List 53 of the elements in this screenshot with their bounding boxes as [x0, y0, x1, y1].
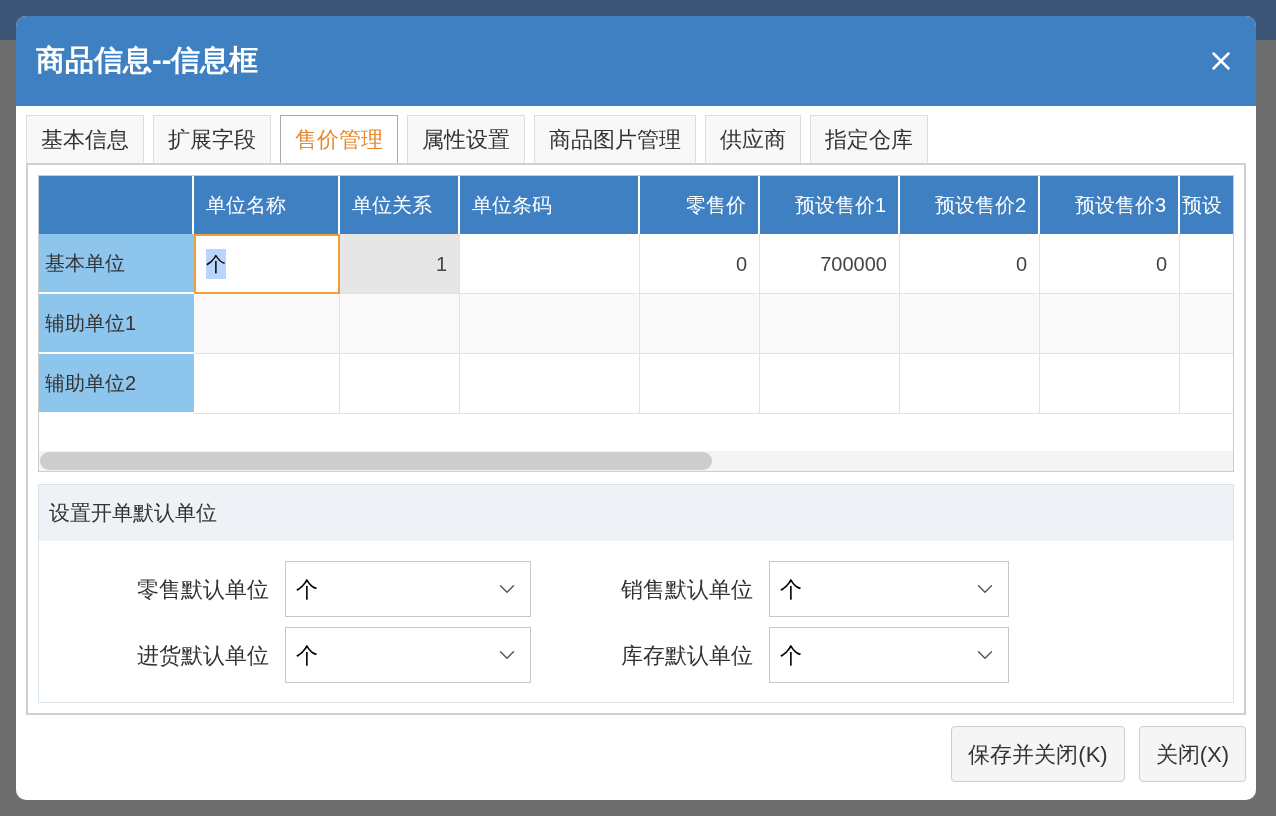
column-header[interactable]: 单位条码 [460, 176, 640, 234]
dialog-button[interactable]: 保存并关闭(K) [951, 726, 1125, 782]
table-cell[interactable] [640, 354, 760, 414]
table-cell[interactable] [340, 354, 460, 414]
column-header[interactable]: 预设售价2 [900, 176, 1040, 234]
tab[interactable]: 基本信息 [26, 115, 144, 163]
column-header[interactable]: 单位关系 [340, 176, 460, 234]
table-cell[interactable] [194, 294, 340, 354]
table-cell[interactable] [900, 294, 1040, 354]
unit-select[interactable]: 个 [285, 627, 531, 683]
table-cell[interactable] [640, 294, 760, 354]
field-label: 销售默认单位 [620, 575, 754, 604]
tab[interactable]: 扩展字段 [153, 115, 271, 163]
table-cell[interactable] [340, 294, 460, 354]
table-cell[interactable]: 700000 [760, 234, 900, 294]
unit-select[interactable]: 个 [285, 561, 531, 617]
field-label: 进货默认单位 [136, 641, 270, 670]
table-cell[interactable]: 0 [900, 234, 1040, 294]
row-header: 辅助单位1 [39, 294, 194, 354]
field-label: 零售默认单位 [136, 575, 270, 604]
column-header[interactable]: 预设 [1180, 176, 1233, 234]
table-cell[interactable]: 0 [1040, 234, 1180, 294]
table-cell[interactable]: 0 [640, 234, 760, 294]
scrollbar-thumb[interactable] [40, 452, 712, 470]
tab[interactable]: 商品图片管理 [534, 115, 696, 163]
table-cell[interactable] [760, 354, 900, 414]
row-header: 辅助单位2 [39, 354, 194, 414]
dialog-title: 商品信息--信息框 [36, 43, 259, 79]
row-header: 基本单位 [39, 234, 194, 294]
table-cell[interactable]: 1 [340, 234, 460, 294]
column-header[interactable]: 零售价 [640, 176, 760, 234]
table-cell[interactable] [460, 234, 640, 294]
table-cell[interactable] [1040, 294, 1180, 354]
section-title: 设置开单默认单位 [49, 500, 217, 527]
table-cell[interactable] [460, 294, 640, 354]
column-header[interactable]: 预设售价1 [760, 176, 900, 234]
table-cell[interactable] [194, 354, 340, 414]
tab[interactable]: 指定仓库 [810, 115, 928, 163]
table-cell[interactable] [760, 294, 900, 354]
table-cell[interactable] [1180, 294, 1233, 354]
horizontal-scrollbar[interactable] [39, 451, 1233, 471]
tab[interactable]: 供应商 [705, 115, 801, 163]
table-cell[interactable] [460, 354, 640, 414]
tab[interactable]: 属性设置 [407, 115, 525, 163]
dialog-button[interactable]: 关闭(X) [1138, 726, 1246, 782]
field-label: 库存默认单位 [620, 641, 754, 670]
table-cell[interactable]: 个 [194, 234, 340, 294]
table-cell[interactable] [1040, 354, 1180, 414]
table-cell[interactable] [900, 354, 1040, 414]
column-header[interactable]: 预设售价3 [1040, 176, 1180, 234]
unit-select[interactable]: 个 [769, 561, 1009, 617]
unit-select[interactable]: 个 [769, 627, 1009, 683]
column-header[interactable]: 单位名称 [194, 176, 340, 234]
